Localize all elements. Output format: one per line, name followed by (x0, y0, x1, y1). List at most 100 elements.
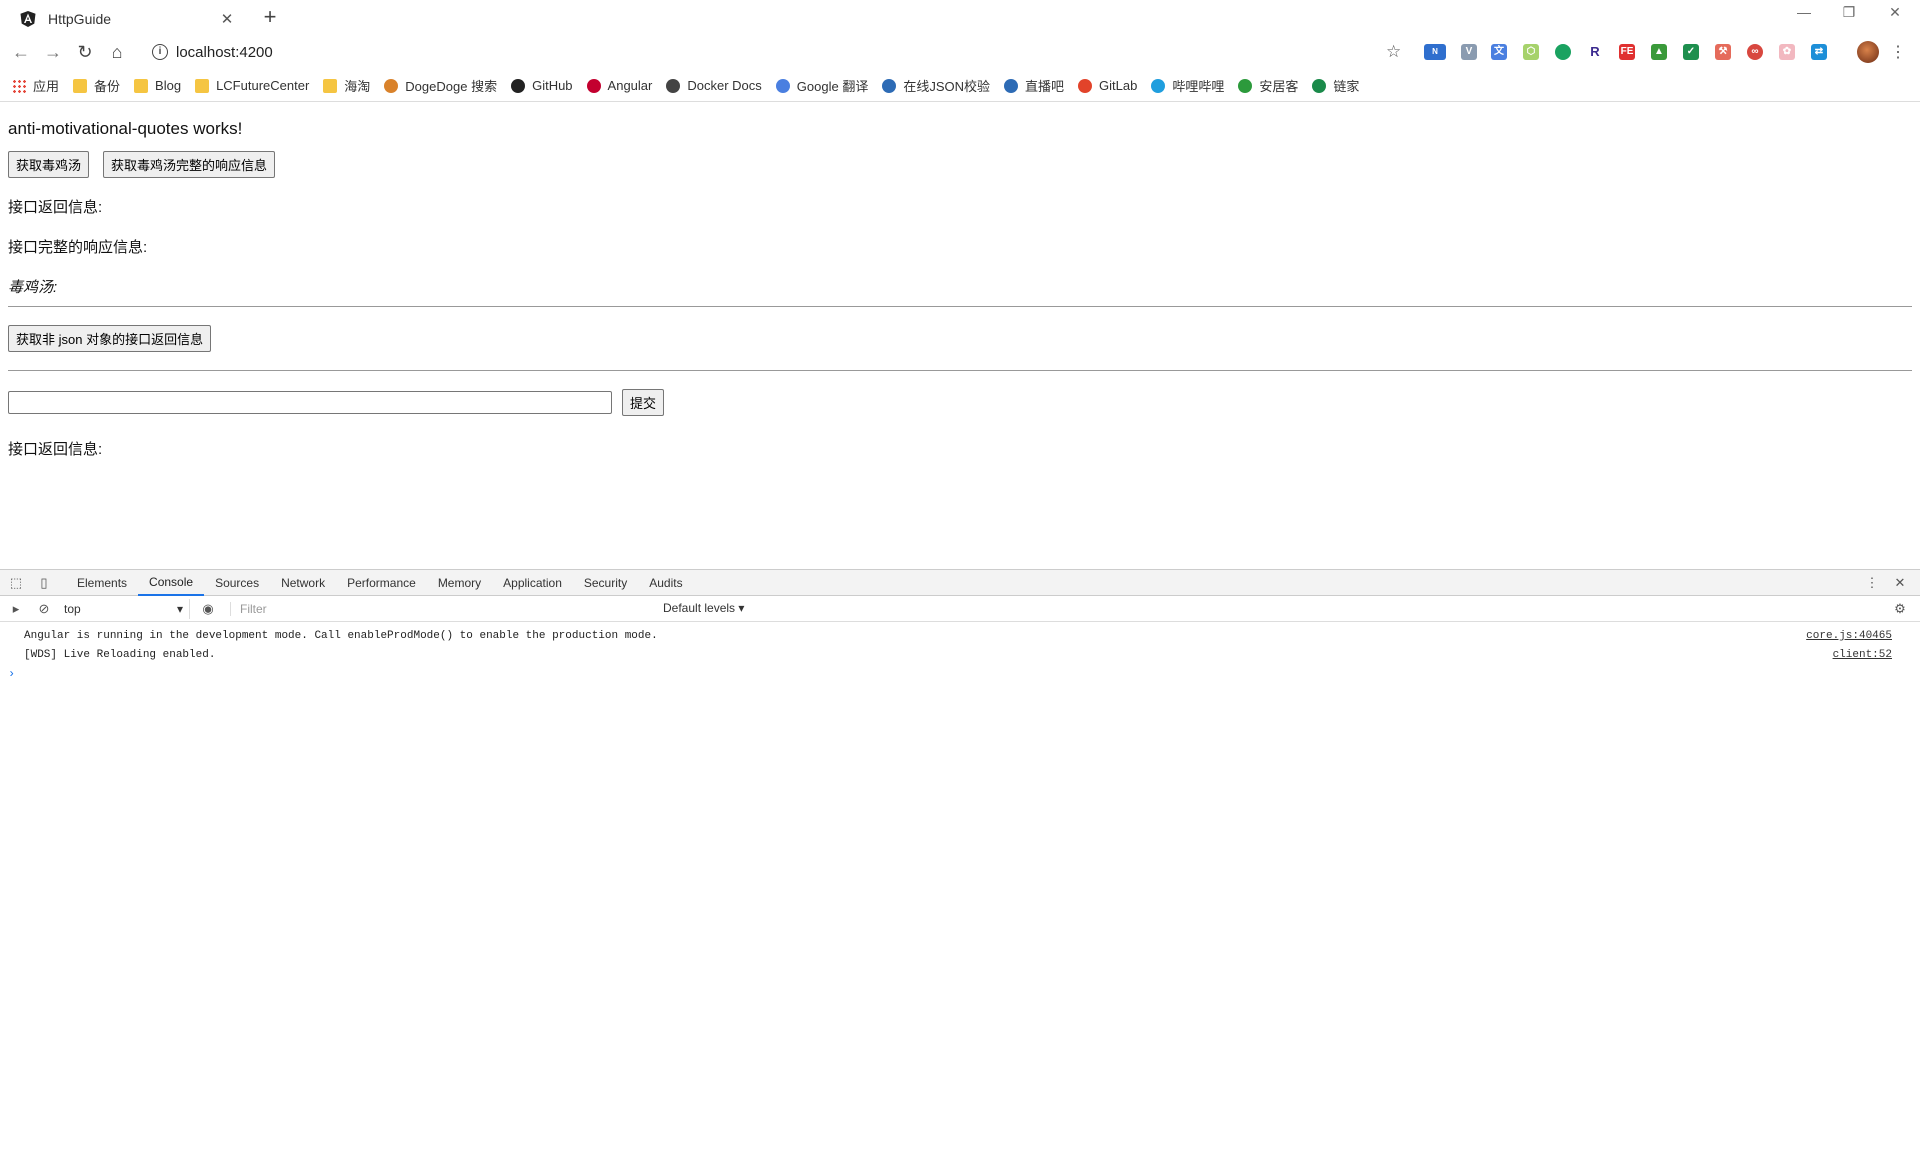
devtools-tab-bar: ⬚ ▯ Elements Console Sources Network Perform… (0, 570, 1920, 596)
back-button[interactable]: ← (9, 40, 33, 64)
clear-console-icon[interactable]: ⊘ (36, 601, 52, 617)
folder-icon (134, 78, 149, 93)
browser-menu-icon[interactable]: ⋮ (1890, 42, 1906, 62)
url-text: localhost:4200 (176, 43, 273, 61)
context-selector[interactable]: top ▾ (58, 598, 190, 619)
extension-sync-icon[interactable]: ⇄ (1811, 44, 1827, 60)
console-toolbar: ▸ ⊘ top ▾ ◉ Filter Default levels ▾ ⚙ (0, 596, 1920, 622)
inspect-element-icon[interactable]: ⬚ (8, 575, 24, 591)
extension-r-icon[interactable]: R (1587, 44, 1603, 60)
bookmark-item[interactable]: 安居客 (1238, 76, 1298, 95)
devtools-close-icon[interactable]: ✕ (1892, 575, 1908, 591)
console-source-link[interactable]: client:52 (1833, 646, 1892, 665)
zhibo8-icon (1004, 78, 1018, 93)
submit-button[interactable]: 提交 (622, 389, 665, 416)
devtools-panel: ⬚ ▯ Elements Console Sources Network Perform… (0, 569, 1920, 1160)
console-message-text: [WDS] Live Reloading enabled. (24, 649, 216, 661)
bookmark-item[interactable]: 海淘 (323, 76, 370, 95)
new-tab-button[interactable]: + (258, 5, 282, 29)
bookmark-item[interactable]: Docker Docs (666, 78, 762, 93)
bookmarks-bar: 应用 备份 Blog LCFutureCenter 海淘 DogeDoge 搜索 GitHu… (0, 70, 1920, 102)
console-source-link[interactable]: core.js:40465 (1806, 627, 1892, 646)
devtools-tab-performance[interactable]: Performance (336, 570, 427, 596)
bookmark-item[interactable]: 备份 (73, 76, 120, 95)
bookmark-item[interactable]: LCFutureCenter (195, 78, 309, 93)
extension-new-icon[interactable]: N (1424, 44, 1446, 60)
bookmark-label: Docker Docs (687, 78, 762, 93)
profile-avatar[interactable] (1857, 41, 1879, 63)
extension-vue-icon[interactable]: V (1461, 44, 1477, 60)
reload-button[interactable]: ↻ (73, 40, 97, 64)
tab-close-icon[interactable]: ✕ (218, 10, 236, 28)
console-prompt[interactable]: › (0, 665, 1920, 683)
bookmark-item[interactable]: 直播吧 (1004, 76, 1064, 95)
devtools-tab-memory[interactable]: Memory (427, 570, 492, 596)
browser-tab[interactable]: HttpGuide ✕ (6, 3, 246, 34)
log-levels-dropdown[interactable]: Default levels ▾ (663, 601, 744, 615)
browser-window: HttpGuide ✕ + — ❐ ✕ ← → ↻ ⌂ i localhost:… (0, 0, 1920, 1160)
devtools-tab-elements[interactable]: Elements (66, 570, 138, 596)
bookmark-item[interactable]: Google 翻译 (775, 76, 868, 95)
bookmark-label: 应用 (33, 79, 60, 94)
devtools-tab-application[interactable]: Application (492, 570, 573, 596)
console-messages: Angular is running in the development mo… (0, 622, 1920, 683)
devtools-tab-network[interactable]: Network (270, 570, 336, 596)
api-return-label: 接口返回信息: (8, 199, 103, 216)
bookmark-item[interactable]: GitLab (1078, 78, 1137, 93)
live-expression-eye-icon[interactable]: ◉ (200, 601, 216, 617)
home-button[interactable]: ⌂ (105, 40, 129, 64)
console-filter-input[interactable]: Filter (230, 601, 630, 616)
extension-fe-icon[interactable]: FE (1619, 44, 1635, 60)
devtools-tab-security[interactable]: Security (573, 570, 638, 596)
bookmark-item[interactable]: Angular (586, 78, 652, 93)
device-toolbar-icon[interactable]: ▯ (36, 575, 52, 591)
extension-green-icon[interactable] (1555, 44, 1571, 60)
bookmark-item[interactable]: GitHub (511, 78, 573, 93)
console-settings-gear-icon[interactable]: ⚙ (1892, 601, 1908, 617)
extension-android-icon[interactable]: ▲ (1651, 44, 1667, 60)
address-bar[interactable]: i localhost:4200 (140, 38, 1400, 66)
site-info-icon[interactable]: i (152, 44, 168, 60)
extension-translate-icon[interactable]: 文 (1491, 44, 1507, 60)
devtools-menu-icon[interactable]: ⋮ (1864, 575, 1880, 591)
bookmark-label: 在线JSON校验 (903, 79, 990, 94)
bookmark-item[interactable]: 哔哩哔哩 (1151, 76, 1224, 95)
text-input[interactable] (8, 391, 612, 414)
devtools-tab-audits[interactable]: Audits (638, 570, 693, 596)
bookmark-item[interactable]: 在线JSON校验 (882, 76, 990, 95)
bookmark-label: GitHub (532, 78, 573, 93)
bookmark-label: DogeDoge 搜索 (405, 79, 498, 94)
bookmark-star-icon[interactable]: ☆ (1386, 42, 1401, 62)
bilibili-icon (1151, 78, 1166, 93)
get-full-response-button[interactable]: 获取毒鸡汤完整的响应信息 (103, 151, 276, 178)
browser-toolbar: ← → ↻ ⌂ i localhost:4200 ☆ N V 文 ⬡ R FE … (0, 34, 1920, 70)
minimize-button[interactable]: — (1789, 4, 1819, 20)
get-non-json-button[interactable]: 获取非 json 对象的接口返回信息 (8, 325, 212, 352)
get-quote-button[interactable]: 获取毒鸡汤 (8, 151, 90, 178)
extension-shield-icon[interactable]: ✓ (1683, 44, 1699, 60)
devtools-tabs: Elements Console Sources Network Performance… (66, 570, 694, 596)
devtools-tab-console[interactable]: Console (138, 570, 205, 596)
bookmark-item[interactable]: DogeDoge 搜索 (384, 76, 497, 95)
close-window-button[interactable]: ✕ (1880, 4, 1910, 21)
restore-button[interactable]: ❐ (1834, 4, 1864, 21)
devtools-tab-sources[interactable]: Sources (204, 570, 270, 596)
extension-tool-icon[interactable]: ⚒ (1715, 44, 1731, 60)
bookmark-item[interactable]: 链家 (1312, 76, 1359, 95)
bookmark-item[interactable]: Blog (134, 78, 181, 93)
gitlab-icon (1078, 78, 1093, 93)
docker-icon (666, 78, 681, 93)
sidebar-toggle-icon[interactable]: ▸ (8, 601, 24, 617)
console-message-text: Angular is running in the development mo… (24, 630, 658, 642)
angular-favicon-icon (20, 10, 36, 27)
bookmark-item[interactable]: 应用 (12, 76, 59, 95)
json-icon (882, 78, 897, 93)
forward-button[interactable]: → (41, 40, 65, 64)
api-return-label-2: 接口返回信息: (8, 441, 103, 458)
extension-pink-icon[interactable]: ✿ (1779, 44, 1795, 60)
lianjia-icon (1312, 78, 1327, 93)
extension-hex-icon[interactable]: ⬡ (1523, 44, 1539, 60)
github-icon (511, 78, 526, 93)
extension-pill-icon[interactable]: ∞ (1747, 44, 1763, 60)
bookmark-label: GitLab (1099, 78, 1138, 93)
